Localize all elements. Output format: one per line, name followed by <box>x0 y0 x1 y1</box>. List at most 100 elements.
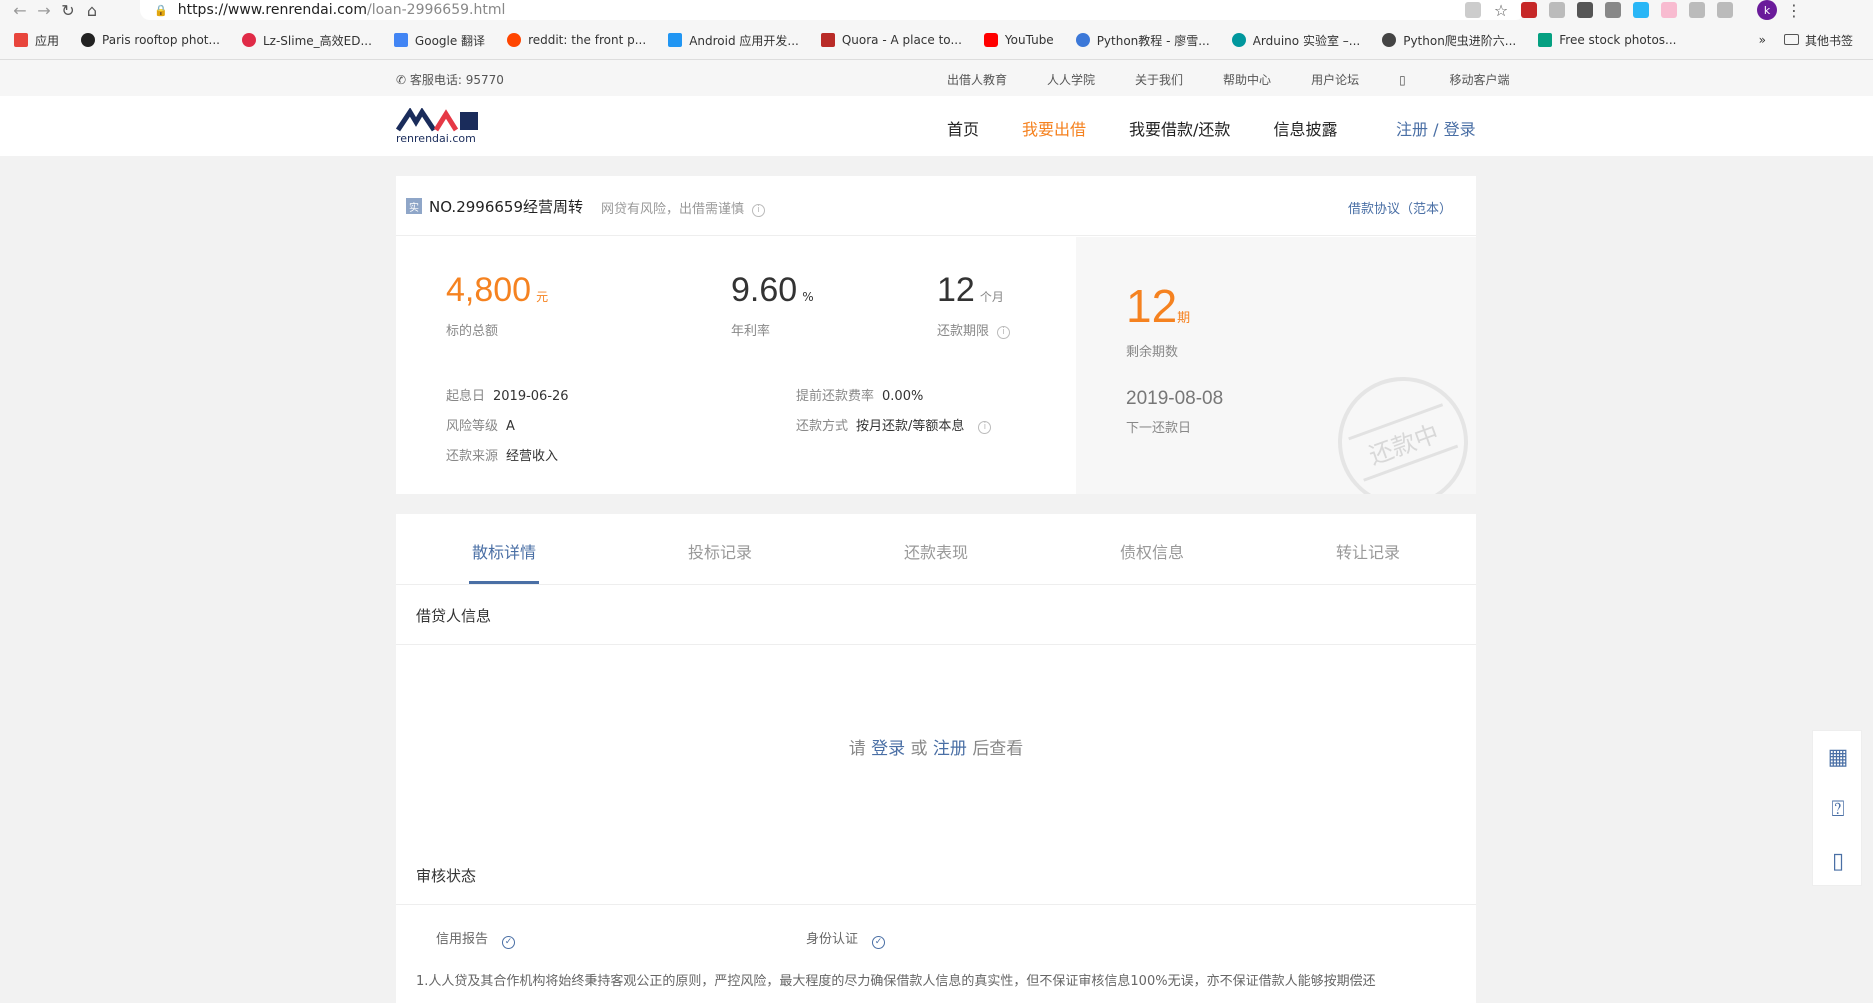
bookmark-item[interactable]: Paris rooftop phot... <box>81 33 220 47</box>
lock-icon: 🔒 <box>154 3 168 17</box>
divider <box>396 904 1476 905</box>
translate-icon[interactable] <box>1465 2 1481 18</box>
tab-loan-details[interactable]: 散标详情 <box>472 539 536 563</box>
bookmark-item[interactable]: YouTube <box>983 33 1054 47</box>
calculator-icon[interactable]: ▦ <box>1813 731 1863 783</box>
audit-credit-report: 信用报告 ✓ <box>436 928 516 949</box>
remaining-periods: 12期 <box>1126 280 1191 332</box>
toplink-academy[interactable]: 人人学院 <box>1047 71 1095 88</box>
address-bar[interactable]: 🔒 https://www.renrendai.com/loan-2996659… <box>140 0 1525 20</box>
bookmark-item[interactable]: Quora - A place to... <box>820 33 962 47</box>
info-icon[interactable]: i <box>752 204 766 217</box>
bookmark-item[interactable]: Lz-Slime_高效ED... <box>241 32 372 49</box>
login-prompt: 请 登录 或 注册 后查看 <box>848 739 1024 759</box>
extension-icon[interactable] <box>1605 2 1621 18</box>
loan-card-header: 实 NO.2996659经营周转 网贷有风险，出借需谨慎 i 借款协议（范本） <box>396 176 1476 236</box>
extension-icon[interactable] <box>1521 2 1537 18</box>
loan-title: NO.2996659经营周转 <box>429 198 583 216</box>
loan-detail-panel: 散标详情 投标记录 还款表现 债权信息 转让记录 借贷人信息 请 登录 或 注册… <box>396 514 1476 1003</box>
detail-prepay-fee: 提前还款费率 0.00% <box>796 389 924 404</box>
loan-agreement-link[interactable]: 借款协议（范本） <box>1348 198 1452 217</box>
site-icon <box>1538 33 1553 47</box>
prompt-login-link[interactable]: 登录 <box>871 739 905 759</box>
logo-domain: renrendai.com <box>396 132 476 145</box>
term-label: 还款期限 <box>937 324 990 339</box>
apps-icon <box>14 33 28 47</box>
mobile-app-icon[interactable]: ▯ <box>1813 835 1863 887</box>
amount-unit: 元 <box>536 290 549 304</box>
toplink-lender-education[interactable]: 出借人教育 <box>947 71 1007 88</box>
detail-risk-level: 风险等级 A <box>446 419 515 434</box>
back-icon[interactable]: ← <box>8 0 32 20</box>
url-path: /loan-2996659.html <box>366 2 506 18</box>
bookmark-item[interactable]: Python教程 - 廖雪... <box>1075 32 1210 49</box>
youtube-icon <box>983 33 998 47</box>
prompt-register-link[interactable]: 注册 <box>933 739 967 759</box>
amount-label: 标的总额 <box>446 324 499 339</box>
bookmark-item[interactable]: Python爬虫进阶六... <box>1382 32 1516 49</box>
extension-icon[interactable] <box>1633 2 1649 18</box>
profile-avatar[interactable]: k <box>1757 0 1777 20</box>
repayment-status: 12期 剩余期数 2019-08-08 下一还款日 还款中 <box>1076 237 1476 494</box>
remaining-periods-label: 剩余期数 <box>1126 345 1179 360</box>
toplink-help[interactable]: 帮助中心 <box>1223 71 1271 88</box>
site-header: renrendai.com 首页 我要出借 我要借款/还款 信息披露 注册 / … <box>0 96 1873 156</box>
check-icon: ✓ <box>502 936 516 949</box>
nav-disclosure[interactable]: 信息披露 <box>1273 116 1337 140</box>
toplink-mobile[interactable]: ▯ 移动客户端 <box>1399 71 1549 88</box>
tab-debt-info[interactable]: 债权信息 <box>1120 539 1184 563</box>
amount-value: 4,800 <box>446 271 532 309</box>
rate-value: 9.60 <box>731 271 798 309</box>
folder-icon <box>1783 33 1799 45</box>
audit-status-title: 审核状态 <box>416 867 477 885</box>
extension-icon[interactable] <box>1689 2 1705 18</box>
nav-borrow[interactable]: 我要借款/还款 <box>1129 116 1230 140</box>
feedback-icon[interactable]: ⍰ <box>1813 783 1863 835</box>
extension-icon[interactable] <box>1577 2 1593 18</box>
menu-icon[interactable]: ⋮ <box>1786 0 1802 20</box>
toplink-about[interactable]: 关于我们 <box>1135 71 1183 88</box>
site-logo[interactable]: renrendai.com <box>395 107 486 146</box>
bookmark-item[interactable]: Android 应用开发... <box>668 32 799 49</box>
bookmark-item[interactable]: 应用 <box>14 32 59 49</box>
rate-unit: % <box>802 290 814 304</box>
other-bookmarks-folder[interactable]: 其他书签 <box>1783 32 1853 49</box>
repaying-stamp: 还款中 <box>1319 358 1476 494</box>
phone-icon: ✆ <box>396 73 410 87</box>
nav-lend[interactable]: 我要出借 <box>1022 116 1086 140</box>
service-phone: ✆ 客服电话: 95770 <box>396 73 504 87</box>
audit-id-verification: 身份认证 ✓ <box>806 928 886 949</box>
nav-home[interactable]: 首页 <box>947 116 979 140</box>
bookmark-item[interactable]: reddit: the front p... <box>507 33 646 47</box>
bookmark-item[interactable]: Free stock photos... <box>1538 33 1677 47</box>
metric-term: 12 个月 还款期限 i <box>937 271 1011 339</box>
divider <box>396 644 1476 645</box>
register-login-link[interactable]: 注册 / 登录 <box>1396 116 1476 140</box>
home-icon[interactable]: ⌂ <box>80 0 104 20</box>
metric-rate: 9.60% 年利率 <box>731 271 814 339</box>
extension-bar: ☆ k ⋮ <box>1465 0 1802 20</box>
extension-icon[interactable] <box>1549 2 1565 18</box>
forward-icon[interactable]: → <box>32 0 56 20</box>
reddit-icon <box>507 33 522 47</box>
arduino-icon <box>1231 33 1246 47</box>
info-icon[interactable]: i <box>978 421 992 434</box>
toplink-forum[interactable]: 用户论坛 <box>1311 71 1359 88</box>
tab-transfer-records[interactable]: 转让记录 <box>1336 539 1400 563</box>
top-links: 出借人教育 人人学院 关于我们 帮助中心 用户论坛 ▯ 移动客户端 <box>947 71 1590 88</box>
info-icon[interactable]: i <box>997 326 1011 339</box>
tab-bid-records[interactable]: 投标记录 <box>688 539 752 563</box>
reload-icon[interactable]: ↻ <box>56 0 80 20</box>
main-nav: 首页 我要出借 我要借款/还款 信息披露 <box>947 116 1380 140</box>
extension-icon[interactable] <box>1661 2 1677 18</box>
next-repayment-date: 2019-08-08 <box>1126 388 1224 409</box>
borrower-info-title: 借贷人信息 <box>416 607 492 625</box>
bookmark-item[interactable]: Google 翻译 <box>393 32 485 49</box>
tab-repayment[interactable]: 还款表现 <box>904 539 968 563</box>
verified-badge: 实 <box>406 198 422 214</box>
bookmarks-right: » 其他书签 <box>1759 26 1853 54</box>
extension-icon[interactable] <box>1717 2 1733 18</box>
more-bookmarks-button[interactable]: » <box>1759 33 1766 47</box>
star-icon[interactable]: ☆ <box>1493 0 1509 20</box>
bookmark-item[interactable]: Arduino 实验室 –... <box>1231 32 1360 49</box>
